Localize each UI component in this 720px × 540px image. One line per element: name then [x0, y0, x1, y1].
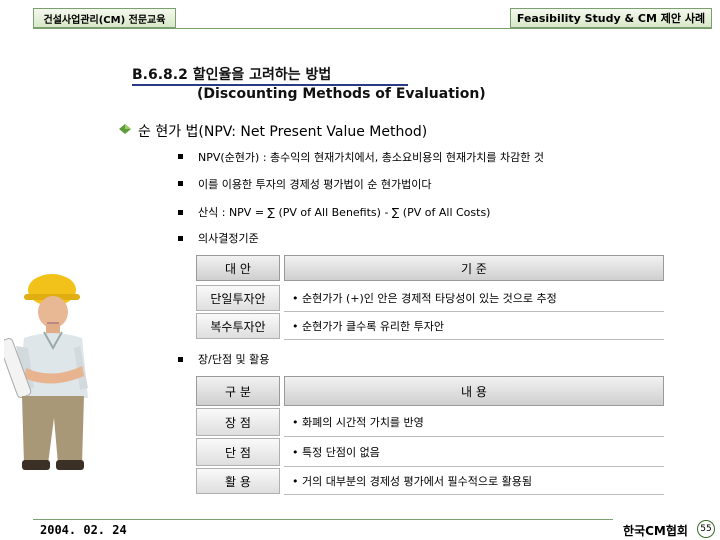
usage-row-label: 단 점	[196, 438, 280, 466]
bullet-square	[178, 357, 183, 362]
npv-bullet-criteria: 의사결정기준	[198, 232, 259, 245]
row-divider	[284, 466, 664, 467]
criteria-row-label: 단일투자안	[196, 285, 280, 311]
footer-org: 한국CM협회	[623, 524, 688, 538]
construction-worker-icon	[4, 274, 88, 470]
npv-bullet-method: 이를 이용한 투자의 경제성 평가법이 순 현가법이다	[198, 178, 432, 191]
bullet-square	[178, 181, 183, 186]
usage-row-label: 장 점	[196, 408, 280, 436]
topic-tab: Feasibility Study & CM 제안 사례	[510, 8, 712, 28]
section-title: B.6.8.2 할인율을 고려하는 방법	[132, 67, 332, 83]
npv-heading: 순 현가 법(NPV: Net Present Value Method)	[138, 124, 428, 140]
footer-date: 2004. 02. 24	[40, 523, 127, 537]
row-divider	[284, 311, 664, 312]
npv-bullet-definition: NPV(순현가) : 총수익의 현재가치에서, 총소요비용의 현재가치를 차감한…	[198, 151, 545, 164]
criteria-row-value: • 순현가가 (+)인 안은 경제적 타당성이 있는 것으로 추정	[292, 292, 557, 305]
usage-row-label: 활 용	[196, 468, 280, 494]
bullet-square	[178, 210, 183, 215]
row-divider	[284, 494, 664, 495]
row-divider	[284, 339, 664, 340]
page-number: 55	[697, 520, 715, 538]
usage-row-value: • 거의 대부분의 경제성 평가에서 필수적으로 활용됨	[292, 475, 532, 488]
usage-header-content: 내 용	[284, 376, 664, 406]
usage-header-category: 구 분	[196, 376, 280, 406]
criteria-header-standard: 기 준	[284, 255, 664, 281]
npv-bullet-formula: 산식 : NPV = ∑ (PV of All Benefits) - ∑ (P…	[198, 206, 491, 219]
criteria-header-alternative: 대 안	[196, 255, 280, 281]
section-subtitle: (Discounting Methods of Evaluation)	[197, 86, 486, 102]
usage-row-value: • 특정 단점이 없음	[292, 446, 380, 459]
footer-divider	[33, 519, 613, 520]
usage-row-value: • 화폐의 시간적 가치를 반영	[292, 416, 424, 429]
bullet-square	[178, 236, 183, 241]
criteria-row-value: • 순현가가 클수록 유리한 투자안	[292, 320, 445, 333]
row-divider	[284, 436, 664, 437]
course-tab: 건설사업관리(CM) 전문교육	[33, 8, 176, 28]
criteria-row-label: 복수투자안	[196, 313, 280, 339]
usage-bullet: 장/단점 및 활용	[198, 353, 270, 366]
header-divider	[33, 28, 712, 29]
green-diamond-bullet-icon	[119, 124, 131, 134]
bullet-square	[178, 154, 183, 159]
